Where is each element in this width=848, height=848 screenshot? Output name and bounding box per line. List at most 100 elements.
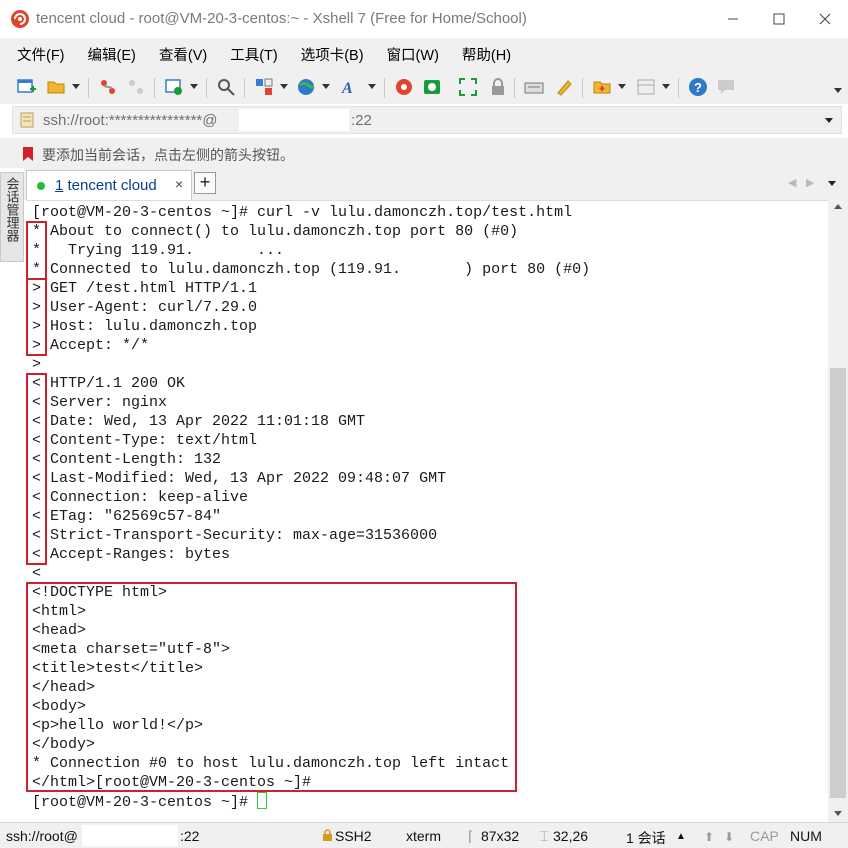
tab-label: 1 tencent cloud — [55, 177, 157, 194]
terminal-line: * Connected to lulu.damonczh.top (119.91… — [32, 261, 591, 278]
keyboard-icon[interactable] — [524, 77, 544, 97]
menu-help[interactable]: 帮助(H) — [459, 42, 514, 67]
redacted-host — [239, 109, 349, 131]
lock-icon[interactable] — [488, 77, 508, 97]
tab-list-dropdown-icon[interactable] — [828, 181, 836, 186]
address-book-icon — [20, 112, 34, 128]
redacted-host — [82, 825, 178, 846]
menu-window[interactable]: 窗口(W) — [384, 42, 442, 67]
highlight-box-request-lines — [26, 278, 47, 356]
reconnect-icon[interactable] — [98, 77, 118, 97]
terminal-scrollbar[interactable] — [828, 200, 848, 822]
size-icon: ⌈ — [468, 828, 474, 844]
bookmark-arrow-icon[interactable] — [20, 146, 36, 162]
tab-prev-icon[interactable]: ◀ — [788, 176, 796, 189]
open-folder-icon[interactable] — [46, 77, 66, 97]
status-size: 87x32 — [481, 828, 520, 844]
fullscreen-icon[interactable] — [458, 77, 478, 97]
xshell-icon[interactable] — [394, 77, 414, 97]
address-port: :22 — [351, 112, 372, 129]
toolbar-separator — [206, 78, 207, 98]
status-protocol: SSH2 — [335, 828, 372, 844]
globe-dropdown-icon[interactable] — [322, 84, 330, 89]
sessions-up-icon[interactable]: ▲ — [676, 831, 686, 842]
help-icon[interactable]: ? — [688, 77, 708, 97]
title-bar: tencent cloud - root@VM-20-3-centos:~ - … — [0, 0, 848, 38]
terminal-line: < Strict-Transport-Security: max-age=315… — [32, 527, 438, 544]
maximize-icon — [773, 13, 785, 25]
chat-icon[interactable] — [716, 77, 736, 97]
terminal-line: > — [32, 356, 42, 373]
highlight-box-info-lines — [26, 221, 47, 280]
tab-next-icon[interactable]: ▶ — [806, 176, 814, 189]
window-title: tencent cloud - root@VM-20-3-centos:~ - … — [36, 10, 527, 27]
font-icon[interactable]: A — [340, 77, 360, 97]
terminal-line: < Last-Modified: Wed, 13 Apr 2022 09:48:… — [32, 470, 447, 487]
terminal-line: < Content-Length: 132 — [32, 451, 222, 468]
scroll-up-icon[interactable] — [834, 204, 842, 209]
highlight-box-response-body — [26, 582, 517, 792]
menu-file[interactable]: 文件(F) — [14, 42, 68, 67]
toolbar: A ? — [0, 70, 848, 104]
toolbar-overflow-icon[interactable] — [834, 88, 842, 93]
globe-icon[interactable] — [296, 77, 316, 97]
session-manager-label: 会话管理器 — [4, 177, 20, 242]
properties-dropdown-icon[interactable] — [190, 84, 198, 89]
svg-text:?: ? — [694, 80, 702, 95]
arrow-up-icon[interactable]: ⬆ — [704, 830, 714, 844]
new-tab-button[interactable]: + — [194, 172, 216, 194]
cursor-position-icon: ⌶ — [540, 828, 549, 844]
font-dropdown-icon[interactable] — [368, 84, 376, 89]
status-sessions[interactable]: 1 会话 — [626, 828, 666, 848]
arrow-down-icon[interactable]: ⬇ — [724, 830, 734, 844]
terminal-line: * About to connect() to lulu.damonczh.to… — [32, 223, 519, 240]
properties-icon[interactable] — [164, 77, 184, 97]
tab-tencent-cloud[interactable]: 1 tencent cloud × — [26, 170, 192, 200]
tab-close-icon[interactable]: × — [175, 176, 183, 192]
minimize-button[interactable] — [710, 0, 756, 38]
xshell-logo-icon — [11, 10, 29, 28]
tab-bar: 1 tencent cloud × + ◀ ▶ — [24, 168, 848, 200]
terminal-line: < Accept-Ranges: bytes — [32, 546, 231, 563]
toolbar-separator — [678, 78, 679, 98]
status-caps: CAP — [750, 828, 779, 844]
xftp-icon[interactable] — [422, 77, 442, 97]
open-dropdown-icon[interactable] — [72, 84, 80, 89]
menu-tools[interactable]: 工具(T) — [227, 42, 281, 67]
terminal-line: < — [32, 565, 42, 582]
status-port: :22 — [180, 828, 200, 844]
menu-view[interactable]: 查看(V) — [156, 42, 210, 67]
maximize-button[interactable] — [756, 0, 802, 38]
toolbar-separator — [384, 78, 385, 98]
session-manager-tab[interactable]: 会话管理器 — [0, 172, 24, 262]
status-num: NUM — [790, 828, 822, 844]
toolbar-separator — [154, 78, 155, 98]
address-text: ssh://root:****************@ — [43, 112, 218, 129]
new-session-icon[interactable] — [16, 77, 36, 97]
scroll-down-icon[interactable] — [834, 811, 842, 816]
terminal-area[interactable]: [root@VM-20-3-centos ~]# curl -v lulu.da… — [26, 200, 828, 822]
find-icon[interactable] — [216, 77, 236, 97]
terminal-line: > Host: lulu.damonczh.top — [32, 318, 258, 335]
terminal-line: < Server: nginx — [32, 394, 168, 411]
toolbar-separator — [244, 78, 245, 98]
compose-dropdown-icon[interactable] — [662, 84, 670, 89]
transfer-folder-icon[interactable] — [592, 77, 612, 97]
address-bar[interactable]: ssh://root:****************@ :22 — [12, 106, 842, 134]
terminal-line: < ETag: "62569c57-84" — [32, 508, 222, 525]
disconnect-icon[interactable] — [126, 77, 146, 97]
scroll-thumb[interactable] — [830, 368, 846, 798]
toolbar-separator — [514, 78, 515, 98]
layout-dropdown-icon[interactable] — [280, 84, 288, 89]
compose-pane-icon[interactable] — [636, 77, 656, 97]
menu-tabs[interactable]: 选项卡(B) — [298, 42, 367, 67]
transfer-dropdown-icon[interactable] — [618, 84, 626, 89]
address-dropdown-icon[interactable] — [825, 118, 833, 123]
close-button[interactable] — [802, 0, 848, 38]
highlight-box-response-headers — [26, 373, 47, 565]
layout-icon[interactable] — [254, 77, 274, 97]
menu-edit[interactable]: 编辑(E) — [85, 42, 139, 67]
highlight-pen-icon[interactable] — [554, 77, 574, 97]
terminal-line: * Trying 119.91. ... — [32, 242, 285, 259]
toolbar-separator — [88, 78, 89, 98]
